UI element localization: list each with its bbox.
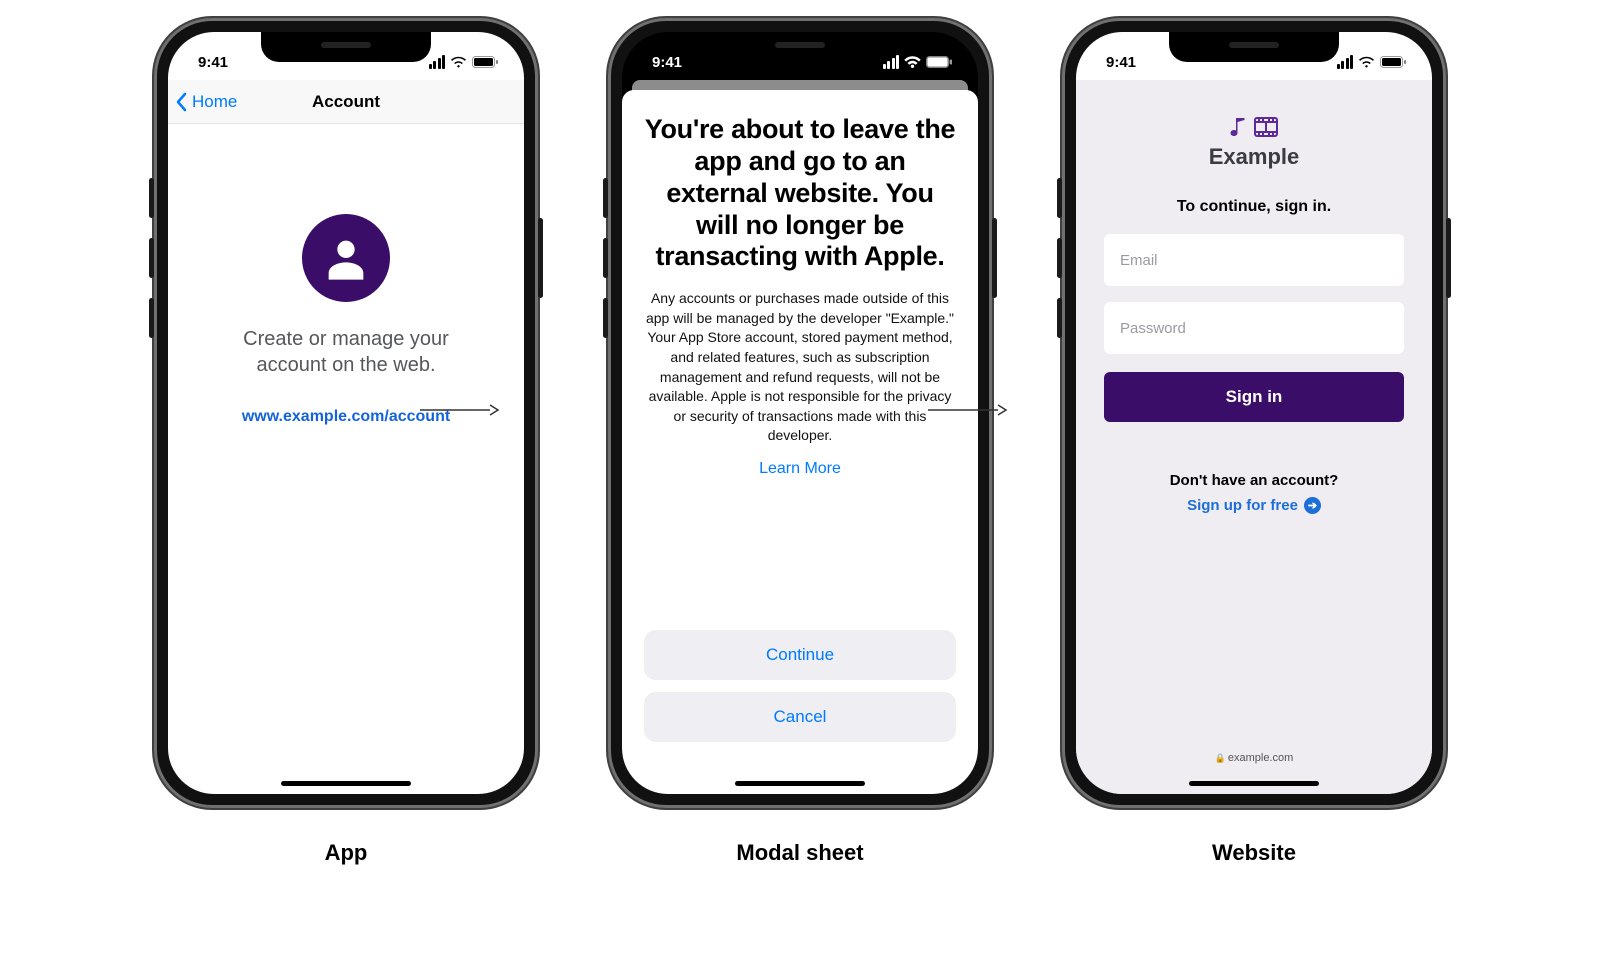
wifi-icon bbox=[1358, 56, 1375, 68]
brand-logo bbox=[1104, 116, 1404, 138]
modal-title: You're about to leave the app and go to … bbox=[644, 114, 956, 273]
status-time: 9:41 bbox=[1106, 54, 1136, 71]
notch bbox=[715, 32, 885, 62]
website-content: Example To continue, sign in. Sign in Do… bbox=[1076, 80, 1432, 794]
lock-icon: 🔒 bbox=[1215, 753, 1226, 763]
cellular-icon bbox=[883, 55, 900, 69]
signin-prompt: To continue, sign in. bbox=[1104, 198, 1404, 216]
notch bbox=[1169, 32, 1339, 62]
navigation-bar: Home Account bbox=[168, 80, 524, 124]
avatar-icon bbox=[302, 214, 390, 302]
no-account-label: Don't have an account? bbox=[1104, 472, 1404, 489]
flow-arrow-icon bbox=[420, 400, 490, 402]
signup-link[interactable]: Sign up for free ➔ bbox=[1187, 497, 1321, 514]
password-field[interactable] bbox=[1104, 302, 1404, 354]
status-time: 9:41 bbox=[652, 54, 682, 71]
app-content: Create or manage your account on the web… bbox=[168, 124, 524, 426]
caption-app: App bbox=[325, 840, 368, 866]
battery-icon bbox=[472, 56, 498, 68]
cellular-icon bbox=[429, 55, 446, 69]
battery-icon bbox=[926, 56, 952, 68]
brand-name: Example bbox=[1104, 144, 1404, 170]
home-indicator bbox=[281, 781, 411, 786]
email-field[interactable] bbox=[1104, 234, 1404, 286]
signin-button[interactable]: Sign in bbox=[1104, 372, 1404, 422]
cellular-icon bbox=[1337, 55, 1354, 69]
address-bar: 🔒example.com bbox=[1076, 752, 1432, 764]
back-label: Home bbox=[192, 92, 237, 112]
home-indicator bbox=[735, 781, 865, 786]
music-note-icon bbox=[1230, 116, 1248, 138]
film-icon bbox=[1254, 117, 1278, 137]
modal-body: Any accounts or purchases made outside o… bbox=[644, 289, 956, 446]
flow-arrow-icon bbox=[928, 400, 998, 402]
signup-label: Sign up for free bbox=[1187, 497, 1298, 514]
arrow-right-circle-icon: ➔ bbox=[1304, 497, 1321, 514]
continue-button[interactable]: Continue bbox=[644, 630, 956, 680]
notch bbox=[261, 32, 431, 62]
back-button[interactable]: Home bbox=[176, 80, 237, 123]
wifi-icon bbox=[450, 56, 467, 68]
battery-icon bbox=[1380, 56, 1406, 68]
status-time: 9:41 bbox=[198, 54, 228, 71]
account-web-link[interactable]: www.example.com/account bbox=[242, 408, 450, 425]
domain-label: example.com bbox=[1228, 752, 1293, 764]
modal-sheet: You're about to leave the app and go to … bbox=[622, 90, 978, 794]
cancel-button[interactable]: Cancel bbox=[644, 692, 956, 742]
account-message: Create or manage your account on the web… bbox=[216, 326, 476, 378]
learn-more-link[interactable]: Learn More bbox=[644, 460, 956, 478]
wifi-icon bbox=[904, 56, 921, 68]
home-indicator bbox=[1189, 781, 1319, 786]
caption-modal: Modal sheet bbox=[736, 840, 863, 866]
caption-website: Website bbox=[1212, 840, 1296, 866]
phone-website: 9:41 Example To continue, sign in. bbox=[1062, 18, 1446, 808]
chevron-left-icon bbox=[176, 92, 188, 112]
page-title: Account bbox=[312, 92, 380, 112]
